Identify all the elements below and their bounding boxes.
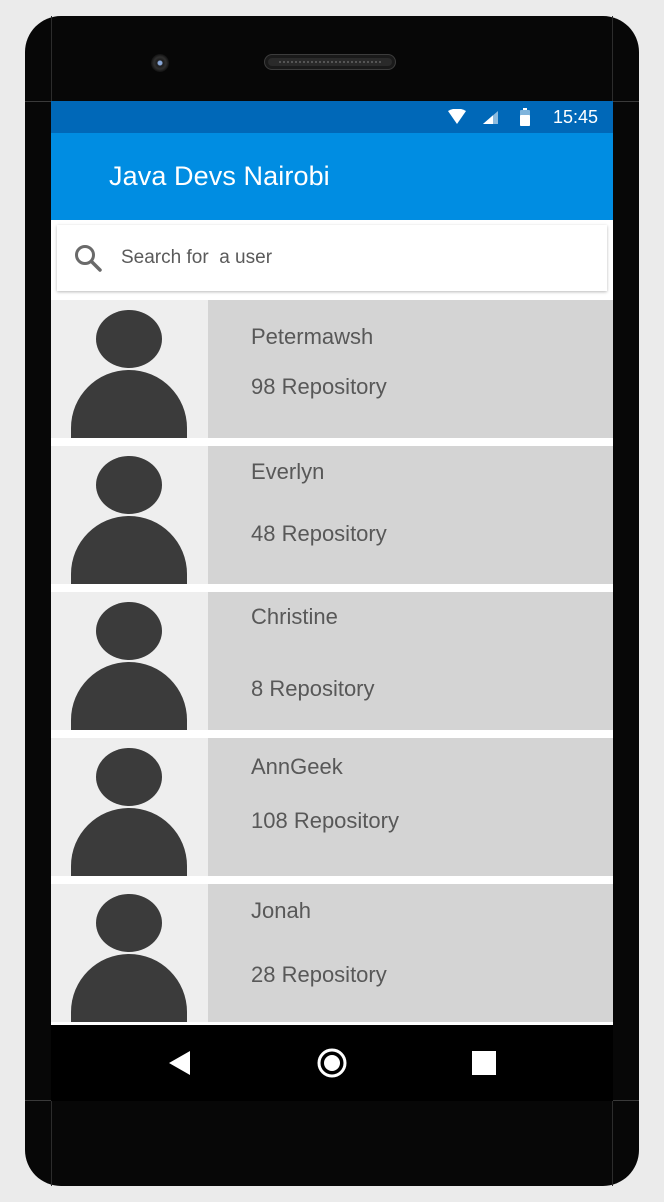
search-icon[interactable] xyxy=(73,243,103,273)
avatar-body-icon xyxy=(71,662,187,730)
search-input[interactable] xyxy=(121,247,561,269)
user-repo-count: 98 Repository xyxy=(251,374,387,399)
front-camera xyxy=(151,54,169,72)
phone-screen: 15:45 Java Devs Nairobi Petermawsh 98 Re… xyxy=(51,101,613,1101)
home-icon[interactable] xyxy=(312,1043,352,1083)
user-list-item[interactable]: Jonah 28 Repository xyxy=(51,884,613,1022)
user-repo-count: 8 Repository xyxy=(251,676,375,701)
app-bar: Java Devs Nairobi xyxy=(51,133,613,220)
avatar-body-icon xyxy=(71,808,187,876)
signal-icon xyxy=(481,108,501,126)
avatar xyxy=(51,446,208,584)
user-info: Christine 8 Repository xyxy=(208,592,613,730)
user-list-item[interactable]: AnnGeek 108 Repository xyxy=(51,738,613,876)
app-title: Java Devs Nairobi xyxy=(109,161,330,191)
avatar-head-icon xyxy=(96,748,162,806)
avatar xyxy=(51,592,208,730)
avatar-body-icon xyxy=(71,370,187,438)
status-bar: 15:45 xyxy=(51,101,613,133)
user-info: Petermawsh 98 Repository xyxy=(208,300,613,438)
search-bar[interactable] xyxy=(57,225,607,291)
user-repo-count: 108 Repository xyxy=(251,808,399,833)
back-icon[interactable] xyxy=(160,1043,200,1083)
status-time: 15:45 xyxy=(552,106,598,127)
avatar-body-icon xyxy=(71,954,187,1022)
avatar-head-icon xyxy=(96,894,162,952)
user-list: Petermawsh 98 Repository Everlyn 48 Repo… xyxy=(51,300,613,1030)
user-info: Jonah 28 Repository xyxy=(208,884,613,1022)
avatar xyxy=(51,738,208,876)
user-name: Petermawsh xyxy=(251,324,374,349)
earpiece-speaker xyxy=(264,54,396,70)
avatar xyxy=(51,300,208,438)
user-name: Everlyn xyxy=(251,459,325,484)
user-name: Jonah xyxy=(251,898,311,923)
avatar xyxy=(51,884,208,1022)
user-repo-count: 48 Repository xyxy=(251,521,387,546)
avatar-body-icon xyxy=(71,516,187,584)
user-repo-count: 28 Repository xyxy=(251,962,387,987)
avatar-head-icon xyxy=(96,310,162,368)
battery-icon xyxy=(515,108,535,126)
avatar-head-icon xyxy=(96,456,162,514)
user-name: Christine xyxy=(251,604,338,629)
user-info: Everlyn 48 Repository xyxy=(208,446,613,584)
navigation-bar xyxy=(51,1025,613,1101)
user-info: AnnGeek 108 Repository xyxy=(208,738,613,876)
avatar-head-icon xyxy=(96,602,162,660)
user-list-item[interactable]: Everlyn 48 Repository xyxy=(51,446,613,584)
phone-frame: 15:45 Java Devs Nairobi Petermawsh 98 Re… xyxy=(25,16,639,1186)
wifi-icon xyxy=(447,108,467,126)
user-name: AnnGeek xyxy=(251,754,343,779)
user-list-item[interactable]: Petermawsh 98 Repository xyxy=(51,300,613,438)
recents-icon[interactable] xyxy=(464,1043,504,1083)
user-list-item[interactable]: Christine 8 Repository xyxy=(51,592,613,730)
